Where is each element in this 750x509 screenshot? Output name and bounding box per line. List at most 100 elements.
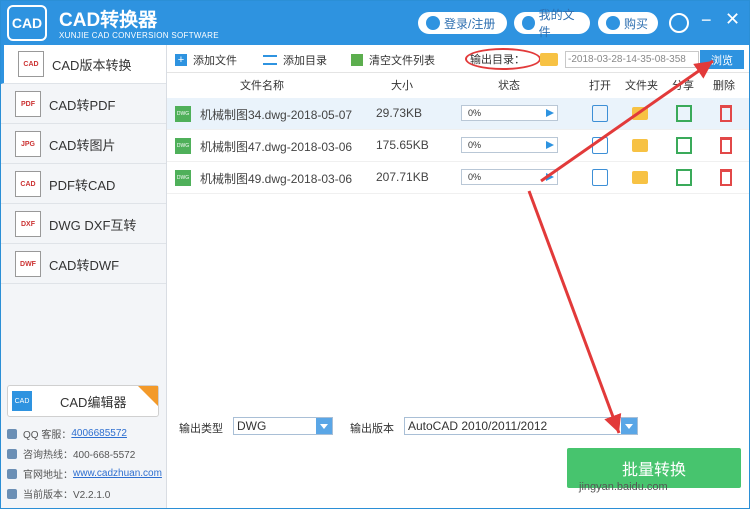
play-icon[interactable] — [546, 141, 554, 149]
sidebar-item-cad-pdf[interactable]: PDF CAD转PDF — [1, 85, 166, 124]
sidebar-item-cad-image[interactable]: JPG CAD转图片 — [1, 125, 166, 164]
dwg-file-icon: DWG — [175, 170, 191, 186]
file-size: 175.65KB — [376, 138, 429, 152]
file-size: 207.71KB — [376, 170, 429, 184]
close-button[interactable]: ✕ — [725, 9, 740, 30]
globe-icon[interactable] — [669, 13, 689, 33]
app-title: CAD转换器 — [59, 10, 158, 31]
arrow-to-convert — [527, 190, 622, 434]
progress-bar: 0% — [461, 169, 558, 185]
dwg-dxf-icon: DXF — [15, 211, 41, 237]
hotline: 咨询热线：400-668-5572 — [7, 446, 135, 461]
sidebar-item-label: CAD版本转换 — [52, 57, 132, 73]
header-delete: 删除 — [713, 80, 735, 92]
website-label: 官网地址： — [23, 470, 73, 481]
open-file-icon[interactable] — [592, 169, 608, 186]
open-file-icon[interactable] — [592, 137, 608, 154]
open-folder-icon[interactable] — [632, 171, 648, 184]
header-size: 大小 — [391, 80, 413, 92]
table-row[interactable]: DWG 机械制图34.dwg-2018-05-07 29.73KB 0% — [167, 98, 749, 130]
share-icon[interactable] — [676, 169, 692, 186]
delete-icon[interactable] — [720, 169, 732, 186]
progress-value: 0% — [468, 172, 482, 182]
app-subtitle: XUNJIE CAD CONVERSION SOFTWARE — [59, 31, 219, 40]
add-dir-button[interactable]: 添加目录 — [263, 52, 327, 68]
output-dir-label: 输出目录： — [470, 54, 525, 66]
clear-list-button[interactable]: 清空文件列表 — [351, 52, 435, 68]
progress-value: 0% — [468, 140, 482, 150]
sidebar-item-label: CAD转图片 — [49, 137, 116, 153]
cad-editor-banner[interactable]: CAD CAD编辑器 — [7, 385, 159, 417]
sidebar-item-cad-dwf[interactable]: DWF CAD转DWF — [1, 245, 166, 284]
app-logo: CAD — [7, 5, 47, 41]
chevron-down-icon — [316, 418, 332, 434]
progress-bar: 0% — [461, 137, 558, 153]
title-bar: CAD CAD转换器 XUNJIE CAD CONVERSION SOFTWAR… — [1, 1, 749, 45]
watermark: jingyan.baidu.com — [579, 481, 668, 493]
qq-icon — [7, 428, 17, 439]
file-name: 机械制图47.dwg-2018-03-06 — [200, 140, 353, 154]
my-files-button[interactable]: 我的文件 — [514, 8, 590, 39]
cad-editor-icon: CAD — [12, 391, 32, 411]
website-link[interactable]: www.cadzhuan.com — [73, 468, 162, 479]
file-name: 机械制图34.dwg-2018-05-07 — [200, 108, 353, 122]
dwg-file-icon: DWG — [175, 106, 191, 122]
sidebar-item-dwg-dxf[interactable]: DXF DWG DXF互转 — [1, 205, 166, 244]
cad-editor-label: CAD编辑器 — [60, 394, 127, 410]
toolbar: + 添加文件 添加目录 清空文件列表 输出目录： -2018-03-28-14-… — [167, 45, 749, 73]
output-version-select[interactable]: AutoCAD 2010/2011/2012 — [404, 417, 638, 435]
add-file-button[interactable]: + 添加文件 — [175, 52, 237, 68]
chevron-down-icon — [621, 418, 637, 434]
cad-image-icon: JPG — [15, 131, 41, 157]
header-name: 文件名称 — [240, 80, 284, 92]
sidebar-item-cad-version[interactable]: CAD CAD版本转换 — [1, 45, 166, 84]
table-header: 文件名称 大小 状态 打开 文件夹 分享 删除 — [167, 73, 749, 95]
output-type-value: DWG — [237, 419, 267, 433]
play-icon[interactable] — [546, 173, 554, 181]
plus-icon: + — [175, 54, 187, 66]
my-files-label: 我的文件 — [538, 8, 575, 39]
delete-icon[interactable] — [720, 137, 732, 154]
open-file-icon[interactable] — [592, 105, 608, 122]
file-size: 29.73KB — [376, 106, 423, 120]
file-name: 机械制图49.dwg-2018-03-06 — [200, 172, 353, 186]
cad-dwf-icon: DWF — [15, 251, 41, 277]
qq-link[interactable]: 4006685572 — [71, 428, 127, 439]
hot-badge — [138, 386, 158, 406]
sidebar-item-label: CAD转DWF — [49, 257, 120, 273]
open-folder-icon[interactable] — [632, 139, 648, 152]
table-row[interactable]: DWG 机械制图47.dwg-2018-03-06 175.65KB 0% — [167, 130, 749, 162]
header-share: 分享 — [672, 80, 694, 92]
buy-button[interactable]: 购买 — [598, 12, 658, 34]
output-version-label: 输出版本 — [350, 423, 394, 435]
website: 官网地址： www.cadzhuan.com — [7, 466, 162, 481]
phone-icon — [7, 448, 17, 459]
progress-bar: 0% — [461, 105, 558, 121]
login-button[interactable]: 登录/注册 — [418, 12, 507, 34]
output-type-select[interactable]: DWG — [233, 417, 333, 435]
cad-version-icon: CAD — [18, 51, 44, 77]
open-folder-icon[interactable] — [632, 107, 648, 120]
broom-icon — [351, 54, 363, 66]
minimize-button[interactable]: − — [701, 10, 712, 31]
login-label: 登录/注册 — [444, 16, 496, 31]
output-dir-input[interactable]: -2018-03-28-14-35-08-358 — [565, 51, 699, 68]
share-icon[interactable] — [676, 105, 692, 122]
output-version-value: AutoCAD 2010/2011/2012 — [408, 419, 548, 433]
browse-button[interactable]: 浏览 — [700, 50, 744, 69]
sidebar-item-label: CAD转PDF — [49, 97, 116, 113]
folder-icon[interactable] — [540, 53, 558, 66]
sidebar-item-label: PDF转CAD — [49, 177, 116, 193]
share-icon[interactable] — [676, 137, 692, 154]
version-icon — [7, 488, 17, 499]
play-icon[interactable] — [546, 109, 554, 117]
sidebar-item-label: DWG DXF互转 — [49, 217, 137, 233]
delete-icon[interactable] — [720, 105, 732, 122]
clear-list-label: 清空文件列表 — [369, 55, 435, 67]
sidebar-item-pdf-cad[interactable]: CAD PDF转CAD — [1, 165, 166, 204]
pdf-cad-icon: CAD — [15, 171, 41, 197]
output-options: 输出类型 DWG 输出版本 AutoCAD 2010/2011/2012 — [167, 409, 749, 445]
header-status: 状态 — [498, 80, 520, 92]
table-row[interactable]: DWG 机械制图49.dwg-2018-03-06 207.71KB 0% — [167, 162, 749, 194]
header-open: 打开 — [589, 80, 611, 92]
